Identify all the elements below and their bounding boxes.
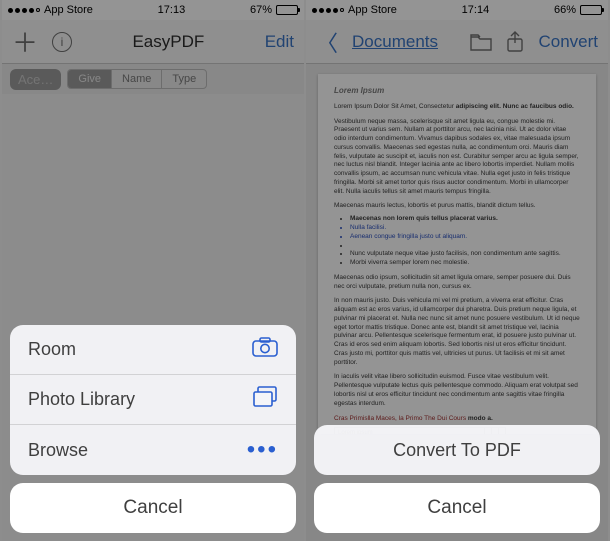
add-icon[interactable]: ＋ xyxy=(12,23,38,60)
back-to-app-label[interactable]: App Store xyxy=(348,4,397,16)
battery-icon xyxy=(276,5,298,15)
back-documents-button[interactable]: Documents xyxy=(352,32,438,52)
battery-percent: 67% xyxy=(250,4,272,16)
status-time: 17:13 xyxy=(158,4,186,16)
action-photo-library-label: Photo Library xyxy=(28,389,135,410)
bullet: Nulla facilisi. xyxy=(350,224,580,233)
phone-screenshot-left: App Store 17:13 67% ＋ i EasyPDF Edit Ace… xyxy=(2,0,304,541)
file-chip[interactable]: Ace… xyxy=(10,69,61,90)
cancel-label: Cancel xyxy=(427,497,486,519)
share-icon[interactable] xyxy=(506,31,524,53)
nav-bar: 〈 Documents Convert xyxy=(306,20,608,64)
battery-percent: 66% xyxy=(554,4,576,16)
sort-segment[interactable]: Give Name Type xyxy=(67,69,207,89)
camera-icon xyxy=(252,337,278,363)
folder-icon[interactable] xyxy=(470,33,492,51)
photo-stack-icon xyxy=(252,386,278,414)
status-time: 17:14 xyxy=(462,4,490,16)
filter-bar: Ace… Give Name Type xyxy=(2,64,304,94)
convert-to-pdf-label: Convert To PDF xyxy=(393,440,521,461)
cancel-label: Cancel xyxy=(123,497,182,519)
bullet: Maecenas non lorem quis tellus placerat … xyxy=(350,215,580,224)
segment-name[interactable]: Name xyxy=(112,70,162,88)
source-action-sheet: Room Photo Library Browse ••• Can xyxy=(10,325,296,533)
convert-button[interactable]: Convert xyxy=(538,32,598,52)
cancel-button[interactable]: Cancel xyxy=(10,483,296,533)
document-preview: Lorem Ipsum Lorem Ipsum Dolor Sit Amet, … xyxy=(318,74,596,434)
bullet: Nunc vulputate neque vitae justo facilis… xyxy=(350,250,580,259)
signal-dots-icon xyxy=(312,8,344,13)
segment-type[interactable]: Type xyxy=(162,70,206,88)
chevron-left-icon[interactable]: 〈 xyxy=(316,26,338,58)
doc-heading: Lorem Ipsum xyxy=(334,86,580,97)
convert-action-sheet: Convert To PDF Cancel xyxy=(314,425,600,533)
status-bar: App Store 17:14 66% xyxy=(306,0,608,20)
bullet: Aenean congue fringilla justo ut aliquam… xyxy=(350,233,580,242)
phone-screenshot-right: App Store 17:14 66% 〈 Documents Convert xyxy=(306,0,608,541)
action-room[interactable]: Room xyxy=(10,325,296,375)
nav-bar: ＋ i EasyPDF Edit xyxy=(2,20,304,64)
info-icon[interactable]: i xyxy=(52,32,72,52)
status-bar: App Store 17:13 67% xyxy=(2,0,304,20)
action-photo-library[interactable]: Photo Library xyxy=(10,375,296,425)
bullet: Morbi viverra semper lorem nec molestie. xyxy=(350,259,580,268)
signal-dots-icon xyxy=(8,8,40,13)
battery-icon xyxy=(580,5,602,15)
app-title: EasyPDF xyxy=(132,32,204,52)
back-to-app-label[interactable]: App Store xyxy=(44,4,93,16)
action-browse-label: Browse xyxy=(28,440,88,461)
edit-button[interactable]: Edit xyxy=(265,32,294,52)
segment-give[interactable]: Give xyxy=(68,70,112,88)
action-convert-to-pdf[interactable]: Convert To PDF xyxy=(314,425,600,475)
action-browse[interactable]: Browse ••• xyxy=(10,425,296,475)
cancel-button[interactable]: Cancel xyxy=(314,483,600,533)
action-room-label: Room xyxy=(28,339,76,360)
